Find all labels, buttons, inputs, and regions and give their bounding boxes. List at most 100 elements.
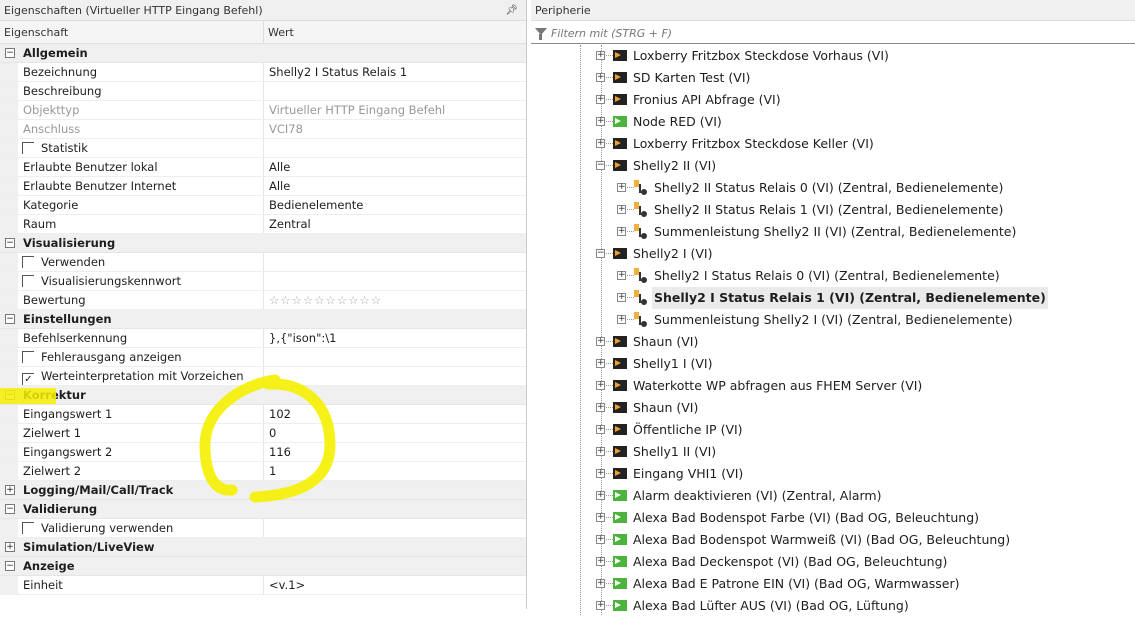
property-row[interactable]: Fehlerausgang anzeigen	[0, 348, 526, 367]
expand-icon[interactable]: +	[596, 117, 605, 126]
property-value[interactable]: 116	[264, 443, 291, 461]
collapse-icon[interactable]: −	[5, 238, 15, 248]
property-value[interactable]: Virtueller HTTP Eingang Befehl	[264, 101, 445, 119]
collapse-icon[interactable]: −	[5, 561, 15, 571]
tree-item[interactable]: + Loxberry Fritzbox Steckdose Vorhaus (VI…	[531, 45, 1131, 67]
filter-input[interactable]: Filtern mit (STRG + F)	[531, 23, 1135, 44]
tree-item[interactable]: + Öffentliche IP (VI)	[531, 419, 1131, 441]
checkbox[interactable]	[22, 351, 34, 363]
category-korrektur[interactable]: − Korrektur	[0, 386, 526, 405]
property-value[interactable]	[264, 253, 269, 271]
collapse-icon[interactable]: −	[5, 48, 15, 58]
collapse-icon[interactable]: −	[5, 390, 15, 400]
tree-item[interactable]: + Shaun (VI)	[531, 397, 1131, 419]
tree-item[interactable]: + Alexa Bad Deckenspot (VI) (Bad OG, Bele…	[531, 551, 1131, 573]
property-row[interactable]: Bewertung ☆☆☆☆☆☆☆☆☆☆	[0, 291, 526, 310]
property-value[interactable]	[264, 272, 269, 290]
expand-icon[interactable]: +	[617, 205, 626, 214]
property-value[interactable]: Bedienelemente	[264, 196, 363, 214]
tree-item[interactable]: + SD Karten Test (VI)	[531, 67, 1131, 89]
expand-icon[interactable]: +	[5, 485, 15, 495]
collapse-icon[interactable]: −	[5, 504, 15, 514]
property-row[interactable]: ✓ Werteinterpretation mit Vorzeichen	[0, 367, 526, 386]
property-value[interactable]: 1	[264, 462, 276, 480]
collapse-icon[interactable]: −	[5, 314, 15, 324]
checkbox[interactable]	[22, 256, 34, 268]
checkbox[interactable]	[22, 522, 34, 534]
tree-item[interactable]: + Shelly2 II Status Relais 0 (VI) (Zentra…	[531, 177, 1131, 199]
expand-icon[interactable]: +	[596, 425, 605, 434]
tree-item[interactable]: + Node RED (VI)	[531, 111, 1131, 133]
checkbox[interactable]	[22, 275, 34, 287]
property-row[interactable]: Visualisierungskennwort	[0, 272, 526, 291]
expand-icon[interactable]: +	[596, 73, 605, 82]
property-value[interactable]: Zentral	[264, 215, 311, 233]
property-row[interactable]: Validierung verwenden	[0, 519, 526, 538]
expand-icon[interactable]: +	[596, 491, 605, 500]
property-row[interactable]: Eingangswert 2 116	[0, 443, 526, 462]
collapse-icon[interactable]: −	[596, 161, 605, 170]
tree-item[interactable]: + Shelly1 I (VI)	[531, 353, 1131, 375]
property-value[interactable]: Alle	[264, 177, 290, 195]
expand-icon[interactable]: +	[617, 293, 626, 302]
expand-icon[interactable]: +	[596, 337, 605, 346]
expand-icon[interactable]: +	[596, 557, 605, 566]
checkbox[interactable]	[22, 142, 34, 154]
expand-icon[interactable]: +	[596, 95, 605, 104]
tree-item[interactable]: − Shelly2 II (VI)	[531, 155, 1131, 177]
category-allgemein[interactable]: − Allgemein	[0, 44, 526, 63]
property-row[interactable]: Eingangswert 1 102	[0, 405, 526, 424]
expand-icon[interactable]: +	[596, 447, 605, 456]
expand-icon[interactable]: +	[596, 513, 605, 522]
property-value[interactable]: VCI78	[264, 120, 303, 138]
property-row[interactable]: Zielwert 2 1	[0, 462, 526, 481]
property-value[interactable]: ☆☆☆☆☆☆☆☆☆☆	[264, 291, 382, 309]
tree-item[interactable]: + Alexa Bad E Patrone EIN (VI) (Bad OG, W…	[531, 573, 1131, 595]
property-row[interactable]: Erlaubte Benutzer Internet Alle	[0, 177, 526, 196]
expand-icon[interactable]: +	[617, 315, 626, 324]
tree-item[interactable]: + Shelly2 I Status Relais 1 (VI) (Zentral…	[531, 287, 1131, 309]
property-value[interactable]: <v.1>	[264, 576, 305, 594]
property-value[interactable]	[264, 367, 269, 385]
column-wert[interactable]: Wert	[264, 21, 294, 43]
expand-icon[interactable]: +	[617, 271, 626, 280]
expand-icon[interactable]: +	[596, 469, 605, 478]
property-row[interactable]: Erlaubte Benutzer lokal Alle	[0, 158, 526, 177]
expand-icon[interactable]: +	[596, 51, 605, 60]
property-value[interactable]: Shelly2 I Status Relais 1	[264, 63, 407, 81]
tree-item[interactable]: + Waterkotte WP abfragen aus FHEM Server …	[531, 375, 1131, 397]
property-value[interactable]: 0	[264, 424, 276, 442]
column-eigenschaft[interactable]: Eigenschaft	[0, 21, 264, 43]
expand-icon[interactable]: +	[596, 535, 605, 544]
expand-icon[interactable]: +	[596, 381, 605, 390]
property-row[interactable]: Bezeichnung Shelly2 I Status Relais 1	[0, 63, 526, 82]
property-value[interactable]: 102	[264, 405, 291, 423]
property-row[interactable]: Beschreibung	[0, 82, 526, 101]
property-value[interactable]	[264, 139, 269, 157]
tree-item[interactable]: + Alexa Bad Bodenspot Farbe (VI) (Bad OG,…	[531, 507, 1131, 529]
property-value[interactable]	[264, 519, 269, 537]
expand-icon[interactable]: +	[596, 403, 605, 412]
property-value[interactable]: Alle	[264, 158, 290, 176]
expand-icon[interactable]: +	[5, 542, 15, 552]
expand-icon[interactable]: +	[596, 139, 605, 148]
tree-item[interactable]: + Shaun (VI)	[531, 331, 1131, 353]
property-row[interactable]: Objekttyp Virtueller HTTP Eingang Befehl	[0, 101, 526, 120]
category-logging-mail-call-track[interactable]: + Logging/Mail/Call/Track	[0, 481, 526, 500]
expand-icon[interactable]: +	[596, 579, 605, 588]
property-value[interactable]	[264, 348, 269, 366]
property-value[interactable]: },{"ison":\1	[264, 329, 336, 347]
property-row[interactable]: Statistik	[0, 139, 526, 158]
property-value[interactable]	[264, 82, 269, 100]
property-row[interactable]: Kategorie Bedienelemente	[0, 196, 526, 215]
property-row[interactable]: Raum Zentral	[0, 215, 526, 234]
tree-item[interactable]: + Shelly1 II (VI)	[531, 441, 1131, 463]
property-row[interactable]: Anschluss VCI78	[0, 120, 526, 139]
checkbox[interactable]: ✓	[22, 373, 34, 385]
tree-item[interactable]: + Eingang VHI1 (VI)	[531, 463, 1131, 485]
category-visualisierung[interactable]: − Visualisierung	[0, 234, 526, 253]
tree-item[interactable]: + Shelly2 II Status Relais 1 (VI) (Zentra…	[531, 199, 1131, 221]
category-einstellungen[interactable]: − Einstellungen	[0, 310, 526, 329]
category-anzeige[interactable]: − Anzeige	[0, 557, 526, 576]
tree-item[interactable]: + Alarm deaktivieren (VI) (Zentral, Alarm…	[531, 485, 1131, 507]
